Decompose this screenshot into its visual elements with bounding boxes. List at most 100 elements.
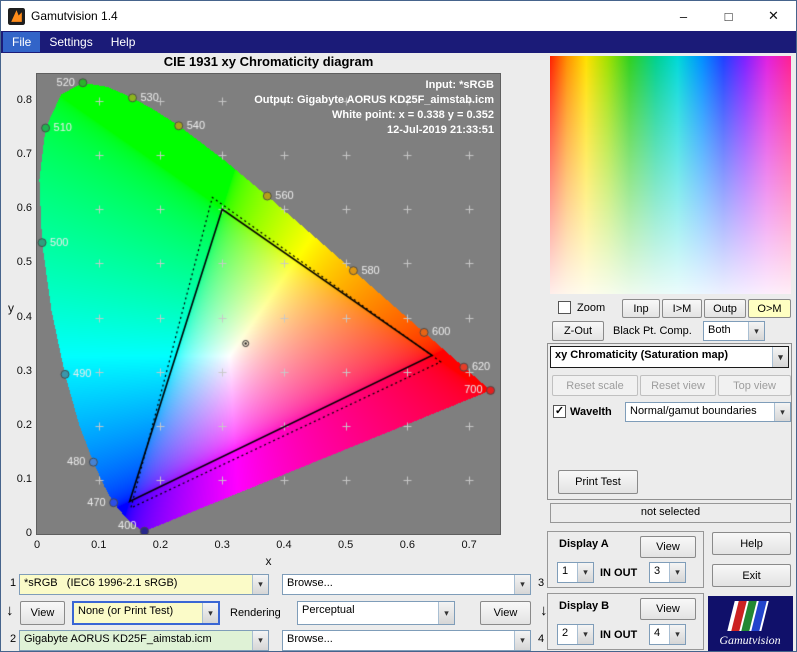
- display-b-io-label: IN OUT: [600, 629, 638, 641]
- outp-button[interactable]: Outp: [704, 299, 746, 318]
- close-icon: ✕: [768, 8, 779, 23]
- minimize-icon: –: [679, 8, 688, 24]
- main-area: CIE 1931 xy Chromaticity diagram Input: …: [1, 53, 796, 651]
- display-a-out-value: 3: [654, 565, 661, 577]
- y-tick-label: 0.2: [16, 418, 32, 431]
- y-tick-label: 0.5: [16, 256, 32, 269]
- color-gradient-panel: [550, 56, 791, 294]
- chevron-down-icon[interactable]: ▾: [774, 403, 790, 421]
- reset-scale-button[interactable]: Reset scale: [552, 375, 638, 396]
- maximize-button[interactable]: □: [706, 1, 751, 31]
- black-pt-comp-label: Black Pt. Comp.: [613, 325, 692, 337]
- slot-1-index: 1: [10, 577, 17, 589]
- app-icon: [8, 7, 25, 25]
- y-tick-label: 0.8: [16, 94, 32, 107]
- black-pt-comp-select[interactable]: Both ▾: [703, 321, 765, 341]
- chromaticity-canvas: [37, 74, 500, 534]
- x-tick-label: 0.6: [399, 539, 416, 551]
- chevron-down-icon[interactable]: ▾: [252, 631, 268, 650]
- app-window: Gamutvision 1.4 – □ ✕ File Settings Help…: [0, 0, 797, 652]
- browse-output-select[interactable]: Browse... ▾: [282, 630, 531, 651]
- slot-3-index: 3: [538, 577, 545, 589]
- titlebar: Gamutvision 1.4 – □ ✕: [1, 1, 796, 31]
- y-tick-label: 0.7: [16, 148, 32, 161]
- display-b-view-button[interactable]: View: [640, 598, 696, 620]
- rendering-label: Rendering: [230, 607, 281, 619]
- chevron-down-icon[interactable]: ▾: [514, 631, 530, 650]
- maximize-icon: □: [724, 8, 733, 24]
- output-to-monitor-button[interactable]: O>M: [748, 299, 791, 318]
- gamutvision-logo: Gamutvision: [708, 596, 793, 651]
- view-mode-value: xy Chromaticity (Saturation map): [555, 349, 728, 361]
- view-input-button[interactable]: View: [20, 601, 65, 625]
- exit-button[interactable]: Exit: [712, 564, 791, 587]
- test-pattern-select[interactable]: None (or Print Test) ▾: [72, 601, 220, 625]
- browse-input-value: Browse...: [287, 577, 333, 589]
- status-box: not selected: [550, 503, 791, 523]
- inp-button[interactable]: Inp: [622, 299, 660, 318]
- rendering-intent-select[interactable]: Perceptual ▾: [297, 601, 455, 625]
- wavelth-checkbox[interactable]: ✓: [553, 405, 566, 418]
- x-tick-label: 0.1: [91, 539, 107, 551]
- display-a-title: Display A: [559, 538, 609, 550]
- display-a-group: Display A View 1 ▾ IN OUT 3 ▾: [547, 531, 704, 588]
- chevron-down-icon[interactable]: ▾: [577, 563, 593, 582]
- chevron-down-icon[interactable]: ▾: [669, 625, 685, 644]
- menu-settings[interactable]: Settings: [40, 32, 101, 52]
- x-tick-label: 0: [33, 539, 41, 551]
- display-b-in-select[interactable]: 2 ▾: [557, 624, 594, 645]
- display-a-in-select[interactable]: 1 ▾: [557, 562, 594, 583]
- chevron-down-icon[interactable]: ▾: [252, 575, 268, 594]
- display-b-out-value: 4: [654, 627, 661, 639]
- x-tick-label: 0.5: [338, 539, 354, 551]
- browse-input-select[interactable]: Browse... ▾: [282, 574, 531, 595]
- flow-arrow-down-left-icon: ↓: [6, 602, 14, 619]
- input-profile-select[interactable]: *sRGB (IEC6 1996-2.1 sRGB) ▾: [19, 574, 269, 595]
- reset-view-button[interactable]: Reset view: [640, 375, 716, 396]
- display-a-io-label: IN OUT: [600, 567, 638, 579]
- view-output-button[interactable]: View: [480, 601, 531, 625]
- minimize-button[interactable]: –: [661, 1, 706, 31]
- input-to-monitor-button[interactable]: I>M: [662, 299, 702, 318]
- slot-4-index: 4: [538, 633, 545, 645]
- zoom-checkbox[interactable]: [558, 301, 571, 314]
- output-profile-select[interactable]: Gigabyte AORUS KD25F_aimstab.icm ▾: [19, 630, 269, 651]
- z-out-button[interactable]: Z-Out: [552, 321, 604, 341]
- display-b-out-select[interactable]: 4 ▾: [649, 624, 686, 645]
- chevron-down-icon[interactable]: ▾: [669, 563, 685, 582]
- slot-2-index: 2: [10, 633, 17, 645]
- chevron-down-icon[interactable]: ▾: [577, 625, 593, 644]
- flow-arrow-down-right-icon: ↓: [540, 602, 548, 619]
- display-a-in-value: 1: [562, 565, 569, 577]
- x-tick-label: 0.2: [152, 539, 169, 551]
- wavelth-check-icon: ✓: [554, 405, 565, 417]
- chevron-down-icon[interactable]: ▾: [202, 603, 218, 623]
- chromaticity-plot: Input: *sRGB Output: Gigabyte AORUS KD25…: [36, 73, 501, 535]
- chevron-down-icon[interactable]: ▾: [514, 575, 530, 594]
- menu-file[interactable]: File: [3, 32, 41, 52]
- y-tick-label: 0.3: [16, 364, 32, 377]
- y-tick-label: 0.1: [16, 472, 32, 485]
- top-view-button[interactable]: Top view: [718, 375, 791, 396]
- chevron-down-icon[interactable]: ▾: [748, 322, 764, 340]
- menu-help[interactable]: Help: [102, 32, 145, 52]
- y-tick-label: 0: [25, 527, 32, 539]
- chevron-down-icon[interactable]: ▾: [438, 602, 454, 624]
- display-a-view-button[interactable]: View: [640, 536, 696, 558]
- display-a-out-select[interactable]: 3 ▾: [649, 562, 686, 583]
- display-b-group: Display B View 2 ▾ IN OUT 4 ▾: [547, 593, 704, 650]
- input-profile-value: *sRGB (IEC6 1996-2.1 sRGB): [24, 577, 178, 589]
- logo-text: Gamutvision: [719, 633, 780, 647]
- close-button[interactable]: ✕: [751, 1, 796, 31]
- wavelth-mode-select[interactable]: Normal/gamut boundaries ▾: [625, 402, 791, 422]
- view-mode-select[interactable]: xy Chromaticity (Saturation map) ▾: [550, 346, 789, 368]
- chevron-down-icon[interactable]: ▾: [772, 347, 788, 367]
- print-test-button[interactable]: Print Test: [558, 470, 638, 494]
- y-tick-label: 0.4: [16, 310, 32, 323]
- black-pt-comp-value: Both: [708, 324, 731, 336]
- test-pattern-value: None (or Print Test): [78, 605, 174, 617]
- window-title: Gamutvision 1.4: [31, 9, 118, 23]
- wavelth-mode-value: Normal/gamut boundaries: [630, 405, 757, 417]
- help-button[interactable]: Help: [712, 532, 791, 555]
- wavelth-label: Wavelth: [570, 406, 612, 418]
